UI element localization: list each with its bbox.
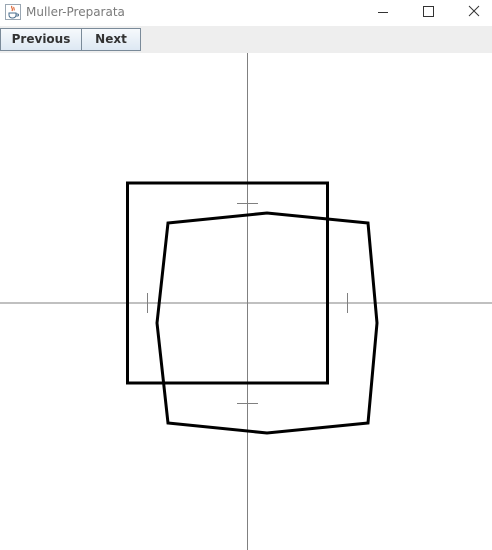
close-button[interactable] <box>451 0 492 26</box>
toolbar: Previous Next <box>0 26 492 53</box>
square-shape <box>126 181 329 385</box>
maximize-icon <box>423 6 434 17</box>
app-window: Muller-Preparata Previous Next <box>0 0 492 550</box>
java-cup-icon <box>5 4 21 20</box>
maximize-button[interactable] <box>405 0 451 26</box>
close-icon <box>468 5 480 17</box>
next-button[interactable]: Next <box>81 28 141 51</box>
window-title: Muller-Preparata <box>26 5 125 19</box>
minimize-icon <box>378 12 388 13</box>
distorted-octagon-shape <box>155 211 379 435</box>
previous-button[interactable]: Previous <box>0 28 82 51</box>
title-bar: Muller-Preparata <box>0 0 492 26</box>
minimize-button[interactable] <box>359 0 405 26</box>
drawing-canvas <box>0 53 492 550</box>
